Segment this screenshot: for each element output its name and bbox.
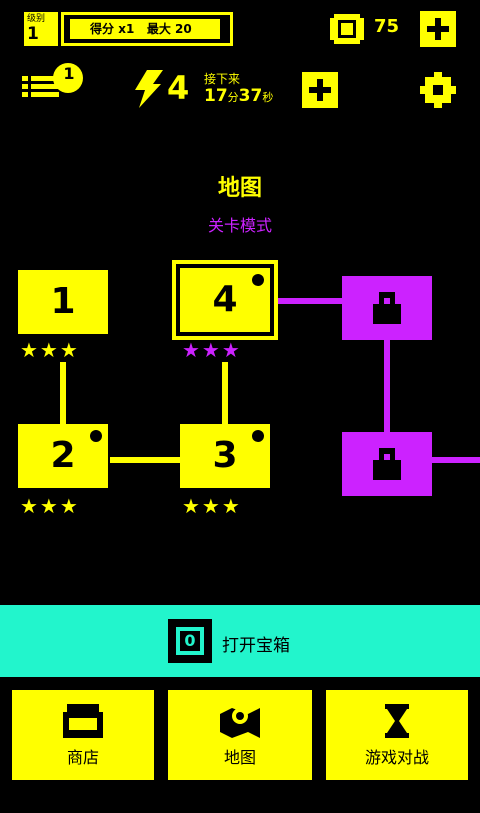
nav-battle-label: 游戏对战 bbox=[364, 748, 429, 767]
lock-icon bbox=[373, 448, 401, 480]
lightning-icon bbox=[135, 70, 163, 108]
level-3-stars: ★★★ bbox=[182, 494, 242, 518]
add-energy-button[interactable] bbox=[302, 72, 338, 108]
path-3-4 bbox=[222, 362, 228, 424]
nav-battle[interactable]: 游戏对战 bbox=[326, 690, 468, 780]
shop-icon bbox=[63, 704, 103, 738]
level-tile-4[interactable]: 4 bbox=[172, 260, 278, 340]
coin-icon bbox=[330, 14, 364, 44]
hourglass-icon bbox=[385, 704, 409, 738]
score-panel: 得分 x1 最大 20 bbox=[61, 12, 233, 46]
add-coins-button[interactable] bbox=[420, 11, 456, 47]
level-tile-3[interactable]: 3 bbox=[180, 424, 270, 488]
nav-map[interactable]: 地图 bbox=[168, 690, 312, 780]
map-pin-icon bbox=[220, 708, 260, 738]
energy-next-label: 接下来 bbox=[204, 72, 241, 86]
open-chest-label: 打开宝箱 bbox=[222, 636, 290, 656]
open-chest-button[interactable]: 0 打开宝箱 bbox=[0, 605, 480, 677]
level-tile-1[interactable]: 1 bbox=[18, 270, 108, 334]
new-dot bbox=[90, 430, 102, 442]
max-value: 20 bbox=[175, 22, 192, 36]
score-inner: 得分 x1 最大 20 bbox=[70, 19, 220, 39]
path-locked-next bbox=[432, 457, 480, 463]
stack-badge: 1 bbox=[63, 64, 75, 83]
timer-seconds: 37 bbox=[238, 86, 263, 106]
energy-count: 4 bbox=[167, 69, 190, 107]
level-mode-label: 关卡模式 bbox=[207, 216, 272, 235]
minutes-unit: 分 bbox=[227, 91, 239, 104]
new-dot bbox=[252, 274, 264, 286]
chest-count: 0 bbox=[180, 631, 200, 651]
gear-icon[interactable] bbox=[420, 72, 456, 108]
chest-icon: 0 bbox=[168, 619, 212, 663]
coin-count: 75 bbox=[374, 16, 400, 37]
path-4-locked bbox=[276, 298, 342, 304]
path-locked-locked bbox=[384, 340, 390, 432]
score-label: 得分 bbox=[90, 22, 115, 36]
locked-level-tile[interactable] bbox=[342, 432, 432, 496]
new-dot bbox=[252, 430, 264, 442]
level-number: 1 bbox=[50, 281, 76, 322]
level-2-stars: ★★★ bbox=[20, 494, 80, 518]
energy-timer: 17分37秒 bbox=[204, 86, 273, 106]
lock-icon bbox=[373, 292, 401, 324]
nav-map-label: 地图 bbox=[223, 748, 256, 767]
seconds-unit: 秒 bbox=[262, 91, 274, 104]
locked-level-tile[interactable] bbox=[342, 276, 432, 340]
level-value: 1 bbox=[27, 24, 39, 44]
max-label: 最大 bbox=[146, 22, 171, 36]
level-1-stars: ★★★ bbox=[20, 338, 80, 362]
path-1-2 bbox=[60, 362, 66, 424]
level-4-stars: ★★★ bbox=[182, 338, 242, 362]
level-tile-2[interactable]: 2 bbox=[18, 424, 108, 488]
nav-shop[interactable]: 商店 bbox=[12, 690, 154, 780]
nav-shop-label: 商店 bbox=[66, 748, 99, 767]
score-value: x1 bbox=[118, 22, 135, 36]
map-title: 地图 bbox=[217, 176, 262, 201]
path-2-3 bbox=[110, 457, 180, 463]
level-indicator: 级别 1 bbox=[24, 12, 58, 46]
stack-button[interactable]: 1 bbox=[22, 62, 86, 106]
timer-minutes: 17 bbox=[204, 86, 228, 106]
